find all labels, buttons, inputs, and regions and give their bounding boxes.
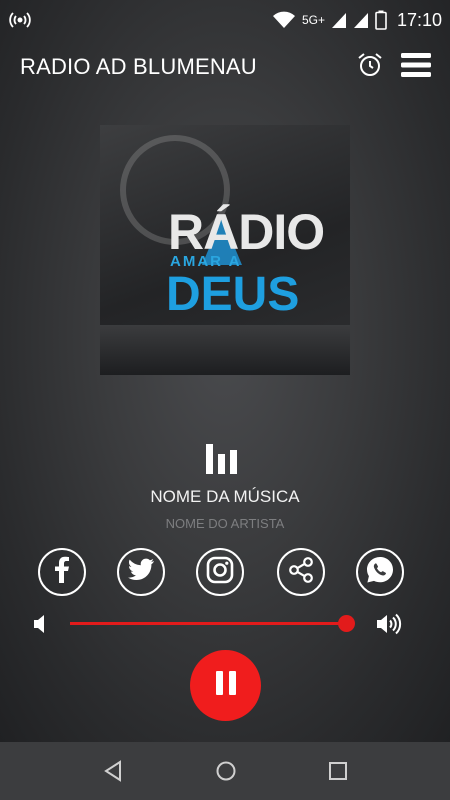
- broadcast-icon: [8, 10, 32, 30]
- pause-icon: [214, 670, 238, 701]
- system-navigation-bar: [0, 742, 450, 800]
- instagram-icon: [206, 556, 234, 589]
- status-bar: 5G+ 17:10: [0, 0, 450, 40]
- back-icon[interactable]: [102, 759, 124, 788]
- logo-text-deus: DEUS: [166, 268, 300, 321]
- wifi-icon: [272, 10, 296, 30]
- home-icon[interactable]: [214, 759, 238, 788]
- whatsapp-icon: [365, 555, 395, 590]
- volume-slider-thumb[interactable]: [337, 615, 355, 632]
- signal-icon: [331, 11, 347, 29]
- app-background: 5G+ 17:10 RADIO AD BLUMENAU RÁDIO AMAR A…: [0, 0, 450, 742]
- network-type-label: 5G+: [301, 13, 325, 27]
- facebook-button[interactable]: [38, 548, 86, 596]
- signal-icon: [353, 11, 369, 29]
- app-bar: RADIO AD BLUMENAU: [0, 44, 450, 90]
- recents-icon[interactable]: [327, 759, 349, 788]
- whatsapp-button[interactable]: [356, 548, 404, 596]
- alarm-clock-icon[interactable]: [356, 51, 384, 84]
- share-icon: [287, 556, 315, 589]
- social-buttons: [0, 548, 450, 598]
- app-title: RADIO AD BLUMENAU: [20, 54, 257, 79]
- twitter-icon: [127, 558, 155, 587]
- volume-slider-track[interactable]: [70, 622, 346, 625]
- twitter-button[interactable]: [117, 548, 165, 596]
- facebook-icon: [52, 556, 72, 589]
- volume-low-icon[interactable]: [33, 613, 49, 640]
- menu-icon[interactable]: [400, 51, 432, 84]
- song-title: NOME DA MÚSICA: [150, 487, 300, 506]
- battery-icon: [375, 10, 387, 30]
- instagram-button[interactable]: [196, 548, 244, 596]
- play-pause-button[interactable]: [190, 650, 261, 721]
- album-art: RÁDIO AMAR A DEUS: [100, 125, 350, 375]
- share-button[interactable]: [277, 548, 325, 596]
- volume-high-icon[interactable]: [376, 612, 404, 641]
- artist-name: NOME DO ARTISTA: [165, 516, 285, 531]
- volume-control: [0, 606, 450, 640]
- equalizer-icon: [205, 442, 241, 481]
- clock: 17:10: [396, 9, 442, 30]
- mixing-console-graphic: [100, 325, 350, 375]
